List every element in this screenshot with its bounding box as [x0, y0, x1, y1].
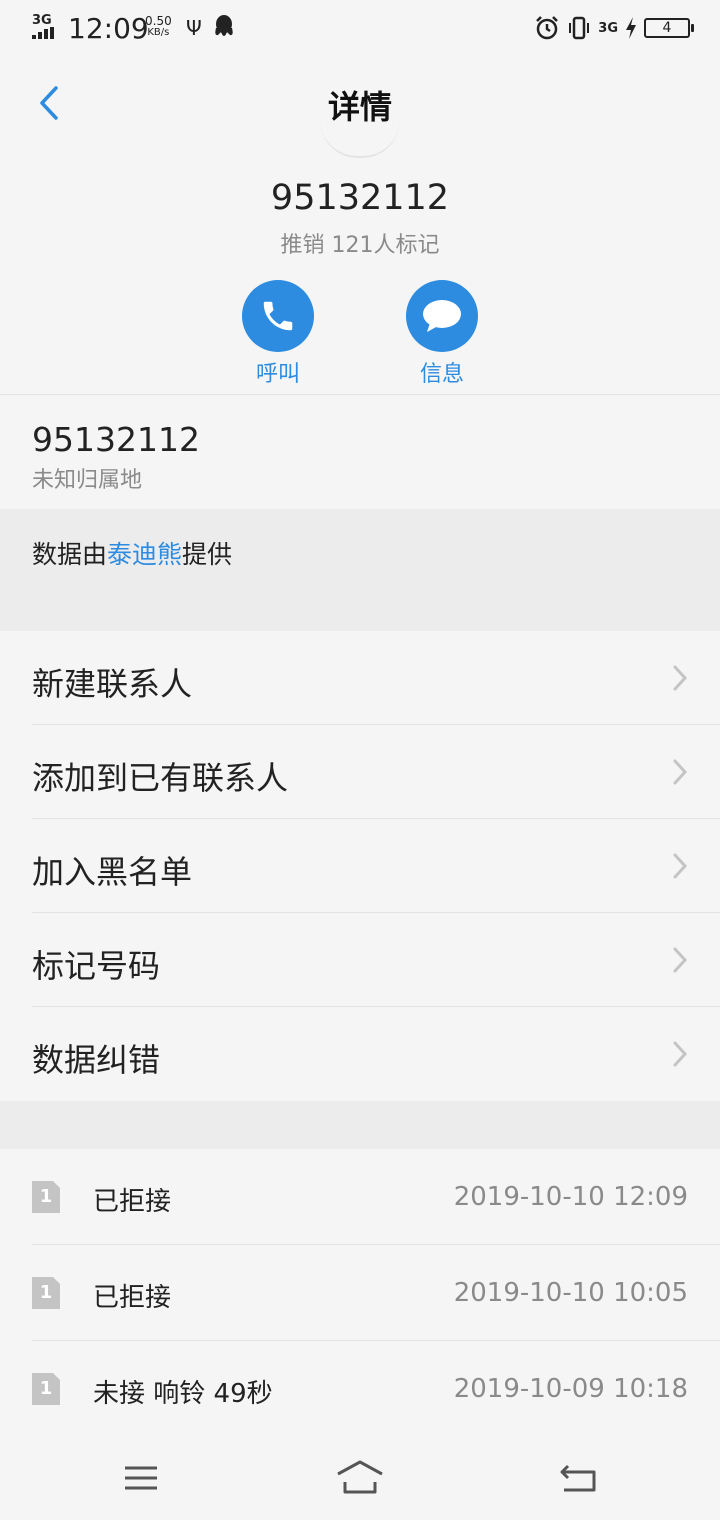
network-speed-value: 0.50 — [145, 14, 172, 28]
sim-card-icon: 1 — [32, 1373, 60, 1405]
divider — [0, 394, 720, 395]
network-speed: 0.50 KB/s — [145, 15, 172, 39]
chevron-right-icon — [673, 665, 688, 691]
message-button[interactable]: 信息 — [382, 280, 502, 388]
phone-number[interactable]: 95132112 — [32, 420, 200, 459]
sim-card-icon: 1 — [32, 1181, 60, 1213]
menu-button[interactable] — [116, 1456, 166, 1500]
qq-icon — [213, 14, 235, 44]
navigation-bar — [0, 1436, 720, 1520]
call-status: 已拒接 — [93, 1187, 172, 1217]
menu-item-label: 新建联系人 — [32, 665, 193, 703]
call-label: 呼叫 — [255, 362, 300, 387]
menu-item-label: 数据纠错 — [32, 1041, 161, 1079]
menu-icon — [125, 1466, 157, 1490]
call-status: 未接 响铃 49秒 — [93, 1379, 273, 1409]
home-button[interactable] — [335, 1456, 385, 1500]
home-icon — [337, 1460, 383, 1494]
status-right-icons: 3G 4 — [534, 12, 694, 44]
data-source-text: 数据由泰迪熊提供 — [32, 535, 232, 571]
back-nav-button[interactable] — [554, 1456, 604, 1500]
menu-item-label: 标记号码 — [32, 947, 161, 985]
return-icon — [560, 1464, 596, 1492]
sim-card-icon: 1 — [32, 1277, 60, 1309]
network-type: 3G — [32, 13, 52, 28]
avatar — [320, 120, 400, 158]
call-log-row[interactable]: 1 未接 响铃 49秒 2019-10-09 10:18 — [0, 1341, 720, 1437]
phone-icon — [242, 280, 314, 352]
chevron-right-icon — [673, 853, 688, 879]
section-gap — [0, 1101, 720, 1149]
menu-item-label: 加入黑名单 — [32, 853, 193, 891]
network-type-2: 3G — [598, 20, 618, 36]
signal-icon — [32, 27, 60, 39]
call-time: 2019-10-09 10:18 — [453, 1374, 688, 1404]
call-status: 已拒接 — [93, 1283, 172, 1313]
network-speed-unit: KB/s — [147, 27, 170, 38]
menu-mark-number[interactable]: 标记号码 — [0, 913, 720, 1007]
chevron-right-icon — [673, 947, 688, 973]
menu-add-to-blacklist[interactable]: 加入黑名单 — [0, 819, 720, 913]
vibrate-icon — [569, 16, 590, 40]
alarm-icon — [536, 16, 559, 40]
number-location: 未知归属地 — [32, 468, 143, 493]
call-time: 2019-10-10 12:09 — [453, 1182, 688, 1212]
battery-icon: 4 — [644, 18, 694, 38]
call-log-row[interactable]: 1 已拒接 2019-10-10 12:09 — [0, 1149, 720, 1245]
status-bar: 3G 12:09 0.50 KB/s Ψ 3G 4 — [0, 0, 720, 56]
call-time: 2019-10-10 10:05 — [453, 1278, 688, 1308]
menu-item-label: 添加到已有联系人 — [32, 759, 289, 797]
call-log-row[interactable]: 1 已拒接 2019-10-10 10:05 — [0, 1245, 720, 1341]
data-source-suffix: 提供 — [182, 540, 233, 569]
menu-data-correction[interactable]: 数据纠错 — [0, 1007, 720, 1101]
data-source-section: 数据由泰迪熊提供 — [0, 509, 720, 631]
usb-icon: Ψ — [186, 16, 202, 40]
call-button[interactable]: 呼叫 — [218, 280, 338, 388]
data-source-prefix: 数据由 — [32, 540, 108, 569]
menu-add-to-existing-contact[interactable]: 添加到已有联系人 — [0, 725, 720, 819]
caller-number: 95132112 — [270, 178, 450, 218]
call-log: 1 已拒接 2019-10-10 12:09 1 已拒接 2019-10-10 … — [0, 1149, 720, 1437]
chevron-right-icon — [673, 759, 688, 785]
message-icon — [406, 280, 478, 352]
message-label: 信息 — [419, 362, 464, 387]
charging-icon — [626, 17, 636, 39]
menu-new-contact[interactable]: 新建联系人 — [0, 631, 720, 725]
caller-tag: 推销 121人标记 — [280, 233, 440, 258]
chevron-right-icon — [673, 1041, 688, 1067]
status-time: 12:09 — [68, 12, 149, 45]
data-provider-link[interactable]: 泰迪熊 — [107, 540, 182, 569]
action-menu: 新建联系人 添加到已有联系人 加入黑名单 标记号码 数据纠错 — [0, 631, 720, 1101]
